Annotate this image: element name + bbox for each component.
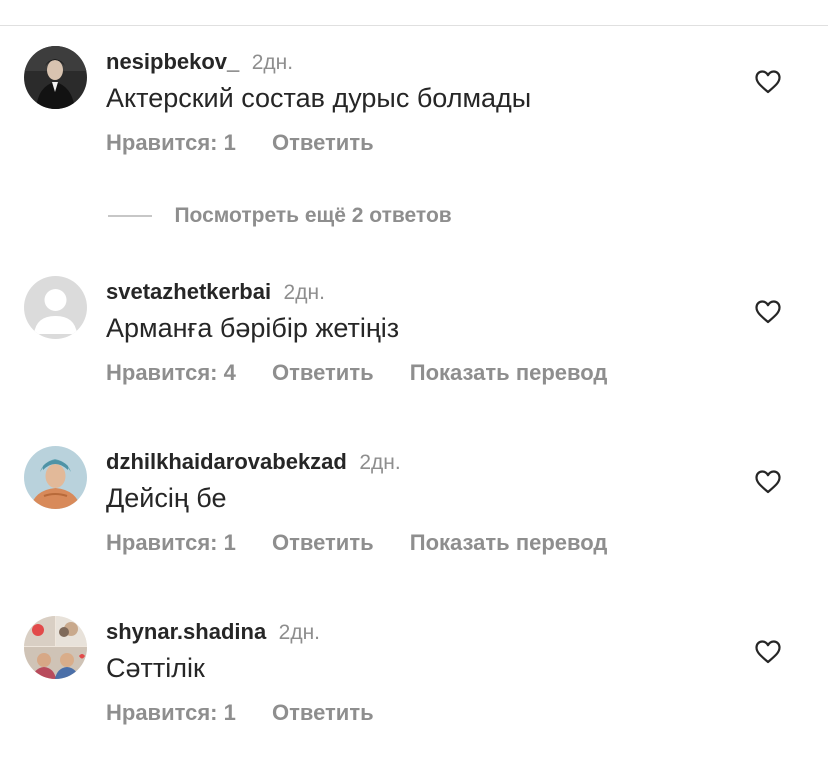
view-more-replies-label[interactable]: Посмотреть ещё 2 ответов [174,200,451,232]
comment-actions: Нравится: 1 Ответить Показать перевод [106,528,637,558]
comment-item: svetazhetkerbai 2дн. Арманға бәрібір жет… [0,276,828,396]
comment-actions: Нравится: 4 Ответить Показать перевод [106,358,637,388]
comment-header: svetazhetkerbai 2дн. [106,277,325,307]
timestamp: 2дн. [278,621,321,644]
like-count-button[interactable]: Нравится: 1 [106,698,236,728]
avatar[interactable] [24,616,87,679]
avatar[interactable] [24,46,87,109]
username[interactable]: dzhilkhaidarovabekzad [106,449,347,474]
like-count-button[interactable]: Нравится: 1 [106,128,236,158]
comment-item: shynar.shadina 2дн. Сәттілік Нравится: 1… [0,616,828,736]
like-count-button[interactable]: Нравится: 1 [106,528,236,558]
user-photo-avatar [24,616,87,679]
reply-button[interactable]: Ответить [272,358,374,388]
user-photo-avatar [24,46,87,109]
show-translation-button[interactable]: Показать перевод [410,528,608,558]
comment-text: Сәттілік [106,653,205,683]
avatar[interactable] [24,446,87,509]
comment-item: dzhilkhaidarovabekzad 2дн. Дейсің бе Нра… [0,446,828,566]
heart-outline-icon[interactable] [755,470,781,494]
comment-header: dzhilkhaidarovabekzad 2дн. [106,447,401,477]
comment-text: Актерский состав дурыс болмады [106,83,532,113]
heart-outline-icon[interactable] [755,640,781,664]
reply-button[interactable]: Ответить [272,128,374,158]
view-more-replies[interactable]: Посмотреть ещё 2 ответов [108,200,452,232]
reply-button[interactable]: Ответить [272,698,374,728]
like-count-button[interactable]: Нравится: 4 [106,358,236,388]
avatar[interactable] [24,276,87,339]
comment-actions: Нравится: 1 Ответить [106,698,404,728]
timestamp: 2дн. [359,451,401,474]
user-photo-avatar [24,446,87,509]
replies-divider-line [108,215,152,217]
heart-outline-icon[interactable] [755,300,781,324]
default-user-avatar-icon [24,276,87,339]
top-divider [0,25,828,26]
username[interactable]: svetazhetkerbai [106,279,271,304]
reply-button[interactable]: Ответить [272,528,374,558]
username[interactable]: shynar.shadina [106,619,266,644]
comment-text: Арманға бәрібір жетіңіз [106,313,400,343]
heart-outline-icon[interactable] [755,70,781,94]
comment-item: nesipbekov_ 2дн. Актерский состав дурыс … [0,46,828,166]
comment-text: Дейсің бе [106,483,227,513]
timestamp: 2дн. [251,51,294,74]
comment-header: nesipbekov_ 2дн. [106,47,293,77]
comment-header: shynar.shadina 2дн. [106,617,320,647]
timestamp: 2дн. [283,281,325,304]
username[interactable]: nesipbekov_ [106,49,239,74]
comment-actions: Нравится: 1 Ответить [106,128,404,158]
show-translation-button[interactable]: Показать перевод [410,358,608,388]
